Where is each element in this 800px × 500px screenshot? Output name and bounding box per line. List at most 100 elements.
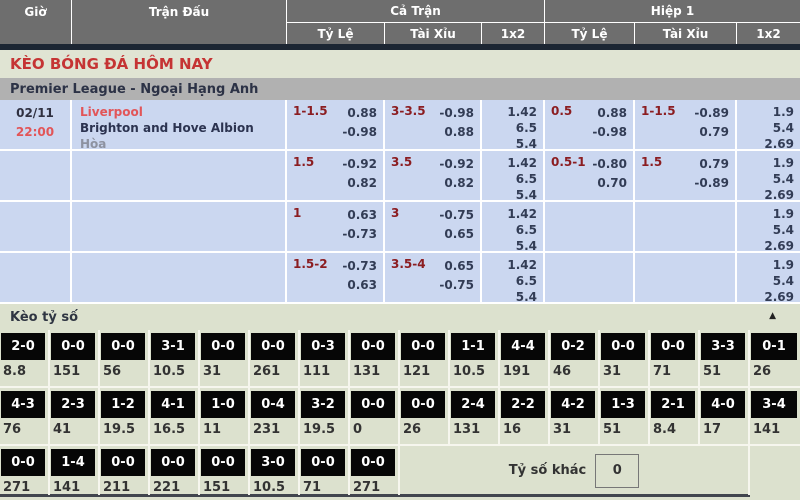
score-box[interactable]: 0-0: [351, 449, 395, 476]
ft-handicap-cell[interactable]: 1.5-2-0.730.63: [287, 253, 385, 302]
score-odds[interactable]: 271: [0, 476, 48, 495]
score-cell[interactable]: 3-219.5: [300, 388, 350, 444]
score-odds[interactable]: 31: [550, 418, 598, 437]
score-odds[interactable]: 31: [600, 360, 648, 379]
score-odds[interactable]: 8.4: [650, 418, 698, 437]
score-box[interactable]: 0-0: [101, 449, 145, 476]
score-cell[interactable]: 3-010.5: [250, 446, 300, 495]
score-odds[interactable]: 19.5: [100, 418, 148, 437]
score-cell[interactable]: 1-110.5: [450, 330, 500, 386]
score-odds[interactable]: 10.5: [450, 360, 498, 379]
score-box[interactable]: 0-0: [251, 333, 295, 360]
h1-1x2-cell[interactable]: 1.95.42.69: [737, 100, 800, 149]
score-odds[interactable]: 71: [650, 360, 698, 379]
score-odds[interactable]: 26: [750, 360, 800, 379]
score-cell[interactable]: 0-056: [100, 330, 150, 386]
score-box[interactable]: 4-0: [701, 391, 745, 418]
score-odds[interactable]: 16: [500, 418, 548, 437]
score-odds[interactable]: 56: [100, 360, 148, 379]
score-box[interactable]: 1-2: [101, 391, 145, 418]
score-odds[interactable]: 141: [750, 418, 800, 437]
score-cell[interactable]: 0-126: [750, 330, 800, 386]
score-odds[interactable]: 19.5: [300, 418, 348, 437]
score-odds[interactable]: 31: [200, 360, 248, 379]
score-box[interactable]: 3-4: [751, 391, 797, 418]
h1-overunder-cell[interactable]: [635, 253, 737, 302]
match-teams-cell[interactable]: LiverpoolBrighton and Hove AlbionHòa: [72, 100, 287, 149]
score-cell[interactable]: 0-0221: [150, 446, 200, 495]
score-odds[interactable]: 10.5: [250, 476, 298, 495]
score-cell[interactable]: 0-031: [200, 330, 250, 386]
score-box[interactable]: 1-3: [601, 391, 645, 418]
score-odds[interactable]: 141: [50, 476, 98, 495]
h1-overunder-cell[interactable]: [635, 202, 737, 251]
score-cell[interactable]: 2-341: [50, 388, 100, 444]
score-odds[interactable]: 191: [500, 360, 548, 379]
h1-handicap-cell[interactable]: [545, 253, 635, 302]
score-box[interactable]: 2-1: [651, 391, 695, 418]
ft-handicap-cell[interactable]: 1.5-0.920.82: [287, 151, 385, 200]
ft-overunder-cell[interactable]: 3-3.5-0.980.88: [385, 100, 482, 149]
score-odds[interactable]: 26: [400, 418, 448, 437]
ft-1x2-cell[interactable]: 1.426.55.4: [482, 151, 545, 200]
ft-overunder-cell[interactable]: 3-0.750.65: [385, 202, 482, 251]
score-cell[interactable]: 3-351: [700, 330, 750, 386]
score-cell[interactable]: 0-0211: [100, 446, 150, 495]
ft-1x2-cell[interactable]: 1.426.55.4: [482, 100, 545, 149]
score-box[interactable]: 0-0: [301, 449, 345, 476]
score-box[interactable]: 0-0: [401, 333, 445, 360]
score-box[interactable]: 0-0: [151, 449, 195, 476]
score-odds[interactable]: 271: [350, 476, 398, 495]
score-odds[interactable]: 231: [250, 418, 298, 437]
score-cell[interactable]: 1-011: [200, 388, 250, 444]
score-odds[interactable]: 51: [700, 360, 748, 379]
score-odds[interactable]: 261: [250, 360, 298, 379]
score-box[interactable]: 0-0: [401, 391, 445, 418]
score-box[interactable]: 1-4: [51, 449, 95, 476]
score-odds[interactable]: 17: [700, 418, 748, 437]
score-odds[interactable]: 41: [50, 418, 98, 437]
away-team[interactable]: Brighton and Hove Albion: [80, 120, 279, 136]
score-odds[interactable]: 131: [350, 360, 398, 379]
score-odds[interactable]: 11: [200, 418, 248, 437]
score-odds[interactable]: 71: [300, 476, 348, 495]
score-cell[interactable]: 0-0151: [50, 330, 100, 386]
score-odds[interactable]: 10.5: [150, 360, 198, 379]
score-box[interactable]: 0-3: [301, 333, 345, 360]
score-box[interactable]: 0-0: [601, 333, 645, 360]
score-cell[interactable]: 0-0151: [200, 446, 250, 495]
ft-1x2-cell[interactable]: 1.426.55.4: [482, 253, 545, 302]
h1-handicap-cell[interactable]: [545, 202, 635, 251]
score-box[interactable]: 4-2: [551, 391, 595, 418]
score-cell[interactable]: 1-219.5: [100, 388, 150, 444]
collapse-arrow-icon[interactable]: ▲: [769, 311, 776, 321]
score-cell[interactable]: 0-0131: [350, 330, 400, 386]
score-box[interactable]: 2-3: [51, 391, 95, 418]
score-box[interactable]: 0-4: [251, 391, 295, 418]
score-odds[interactable]: 121: [400, 360, 448, 379]
score-box[interactable]: 0-0: [351, 391, 395, 418]
score-cell[interactable]: 2-08.8: [0, 330, 50, 386]
score-cell[interactable]: 4-017: [700, 388, 750, 444]
score-box[interactable]: 1-0: [201, 391, 245, 418]
league-band[interactable]: Premier League - Ngoại Hạng Anh: [0, 78, 800, 100]
score-cell[interactable]: 3-110.5: [150, 330, 200, 386]
score-box[interactable]: 3-0: [251, 449, 295, 476]
score-box[interactable]: 0-0: [101, 333, 145, 360]
score-odds[interactable]: 16.5: [150, 418, 198, 437]
score-box[interactable]: 0-0: [51, 333, 95, 360]
score-cell[interactable]: 1-351: [600, 388, 650, 444]
score-odds[interactable]: 8.8: [0, 360, 48, 379]
score-cell[interactable]: 0-071: [300, 446, 350, 495]
score-box[interactable]: 3-1: [151, 333, 195, 360]
ft-handicap-cell[interactable]: 10.63-0.73: [287, 202, 385, 251]
ft-handicap-cell[interactable]: 1-1.50.88-0.98: [287, 100, 385, 149]
score-cell[interactable]: 2-216: [500, 388, 550, 444]
score-odds[interactable]: 0: [350, 418, 398, 437]
score-cell[interactable]: 2-18.4: [650, 388, 700, 444]
score-cell[interactable]: 4-4191: [500, 330, 550, 386]
score-cell[interactable]: 0-0271: [0, 446, 50, 495]
score-box[interactable]: 2-2: [501, 391, 545, 418]
score-odds[interactable]: 151: [200, 476, 248, 495]
score-cell[interactable]: 0-4231: [250, 388, 300, 444]
